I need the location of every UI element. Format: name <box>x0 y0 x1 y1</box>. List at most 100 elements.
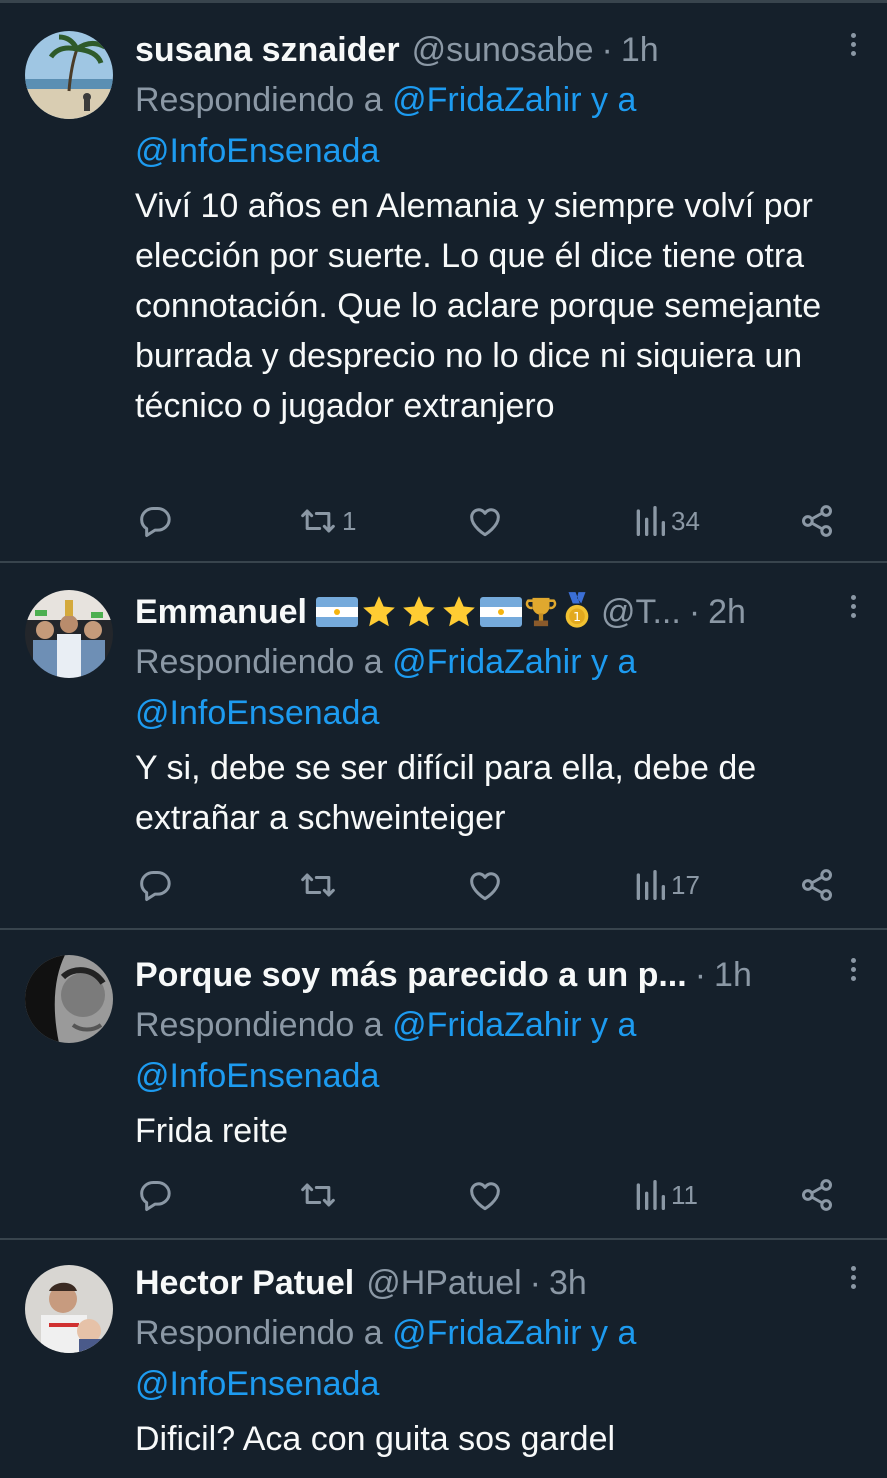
author-handle[interactable]: @sunosabe <box>412 31 594 70</box>
like-button[interactable] <box>465 499 505 543</box>
reply-and[interactable]: y a <box>582 81 636 119</box>
star-icon <box>443 596 475 627</box>
reply-context: Respondiendo a @FridaZahir y a @InfoEnse… <box>135 1308 857 1410</box>
separator-dot: · <box>694 955 707 994</box>
tweet-header: susana sznaider @sunosabe · 1h <box>135 25 857 75</box>
reply-button[interactable] <box>135 863 175 907</box>
separator-dot: · <box>601 30 613 69</box>
argentina-flag-icon <box>479 597 522 627</box>
medal-icon: 1 <box>565 592 589 628</box>
tweet[interactable]: susana sznaider @sunosabe · 1h Respondie… <box>0 3 887 563</box>
name-emojis: 1 <box>315 592 595 632</box>
reply-context: Respondiendo a @FridaZahir y a @InfoEnse… <box>135 637 857 739</box>
reply-icon <box>140 871 171 901</box>
timestamp[interactable]: 1h <box>621 31 659 70</box>
action-bar: 17 <box>135 863 865 907</box>
like-icon <box>470 872 500 901</box>
share-icon <box>802 505 832 537</box>
timestamp[interactable]: 3h <box>549 1264 587 1303</box>
reply-context: Respondiendo a @FridaZahir y a @InfoEnse… <box>135 1000 857 1102</box>
views-count: 17 <box>671 869 700 900</box>
mention-link[interactable]: @InfoEnsenada <box>135 1365 379 1403</box>
views-button[interactable]: 17 <box>633 863 700 907</box>
trophy-icon <box>525 597 557 627</box>
tweet[interactable]: Hector Patuel @HPatuel · 3h Respondiendo… <box>0 1240 887 1478</box>
share-button[interactable] <box>797 499 837 543</box>
views-button[interactable]: 34 <box>633 499 700 543</box>
tweet-text: Y si, debe se ser difícil para ella, deb… <box>135 749 757 837</box>
mention-link[interactable]: @FridaZahir <box>392 1314 581 1352</box>
author-handle[interactable]: @T... <box>601 593 681 632</box>
retweet-icon <box>301 1183 335 1207</box>
author-name[interactable]: susana sznaider <box>135 31 400 70</box>
retweet-button[interactable]: 1 <box>298 499 356 543</box>
more-icon[interactable] <box>845 1262 861 1302</box>
svg-text:1: 1 <box>573 610 581 625</box>
reply-icon <box>140 507 171 537</box>
share-icon <box>802 869 832 901</box>
reply-prefix: Respondiendo a <box>135 81 393 119</box>
action-bar: 11 <box>135 1173 865 1217</box>
tweet-text: Frida reite <box>135 1112 289 1150</box>
tweet-header: Porque soy más parecido a un p... · 1h <box>135 950 857 1000</box>
timestamp[interactable]: 1h <box>714 956 752 995</box>
reply-button[interactable] <box>135 1173 175 1217</box>
avatar[interactable] <box>25 1265 113 1353</box>
star-icon <box>403 596 435 627</box>
mention-link[interactable]: @InfoEnsenada <box>135 132 379 170</box>
tweet-text: Viví 10 años en Alemania y siempre volví… <box>135 187 822 425</box>
tweet-header: Hector Patuel @HPatuel · 3h <box>135 1258 857 1308</box>
author-handle[interactable]: @HPatuel <box>366 1264 521 1303</box>
like-button[interactable] <box>465 863 505 907</box>
retweet-button[interactable] <box>298 1173 338 1217</box>
views-button[interactable]: 11 <box>633 1173 698 1217</box>
author-name[interactable]: Hector Patuel <box>135 1264 354 1303</box>
argentina-flag-icon <box>315 597 358 627</box>
separator-dot: · <box>529 1263 541 1302</box>
action-bar: 1 34 <box>135 499 865 543</box>
separator-dot: · <box>688 592 701 631</box>
retweet-icon <box>301 509 335 533</box>
share-icon <box>802 1179 832 1211</box>
mention-link[interactable]: @FridaZahir <box>392 643 581 681</box>
avatar[interactable] <box>25 955 113 1043</box>
views-count: 34 <box>671 505 700 536</box>
retweet-icon <box>301 873 335 897</box>
like-button[interactable] <box>465 1173 505 1217</box>
like-icon <box>470 508 500 537</box>
mention-link[interactable]: @InfoEnsenada <box>135 1057 379 1095</box>
tweet-header: Emmanuel 1 @T... · 2h <box>135 587 857 637</box>
mention-link[interactable]: @FridaZahir <box>392 81 581 119</box>
reply-button[interactable] <box>135 499 175 543</box>
tweet[interactable]: Porque soy más parecido a un p... · 1h R… <box>0 930 887 1240</box>
share-button[interactable] <box>797 1173 837 1217</box>
reply-prefix: Respondiendo a <box>135 1314 393 1352</box>
reply-and[interactable]: y a <box>582 1006 636 1044</box>
views-icon <box>636 506 665 536</box>
reply-and[interactable]: y a <box>582 643 636 681</box>
retweet-count: 1 <box>342 505 357 536</box>
reply-context: Respondiendo a @FridaZahir y a @InfoEnse… <box>135 75 857 177</box>
avatar[interactable] <box>25 31 113 119</box>
mention-link[interactable]: @FridaZahir <box>392 1006 581 1044</box>
avatar[interactable] <box>25 590 113 678</box>
more-icon[interactable] <box>845 591 861 631</box>
views-icon <box>636 870 665 900</box>
timestamp[interactable]: 2h <box>708 593 746 632</box>
star-icon <box>363 596 395 627</box>
more-icon[interactable] <box>845 29 861 69</box>
like-icon <box>470 1182 500 1211</box>
tweet-text: Dificil? Aca con guita sos gardel <box>135 1420 616 1458</box>
more-icon[interactable] <box>845 954 861 994</box>
retweet-button[interactable] <box>298 863 338 907</box>
views-icon <box>636 1180 665 1210</box>
reply-prefix: Respondiendo a <box>135 643 393 681</box>
share-button[interactable] <box>797 863 837 907</box>
reply-and[interactable]: y a <box>582 1314 636 1352</box>
tweet[interactable]: Emmanuel 1 @T... · 2h Respondiendo a @Fr… <box>0 563 887 930</box>
reply-icon <box>140 1181 171 1211</box>
mention-link[interactable]: @InfoEnsenada <box>135 694 379 732</box>
author-name[interactable]: Porque soy más parecido a un p... <box>135 956 687 995</box>
author-name[interactable]: Emmanuel <box>135 593 307 632</box>
views-count: 11 <box>671 1179 698 1210</box>
